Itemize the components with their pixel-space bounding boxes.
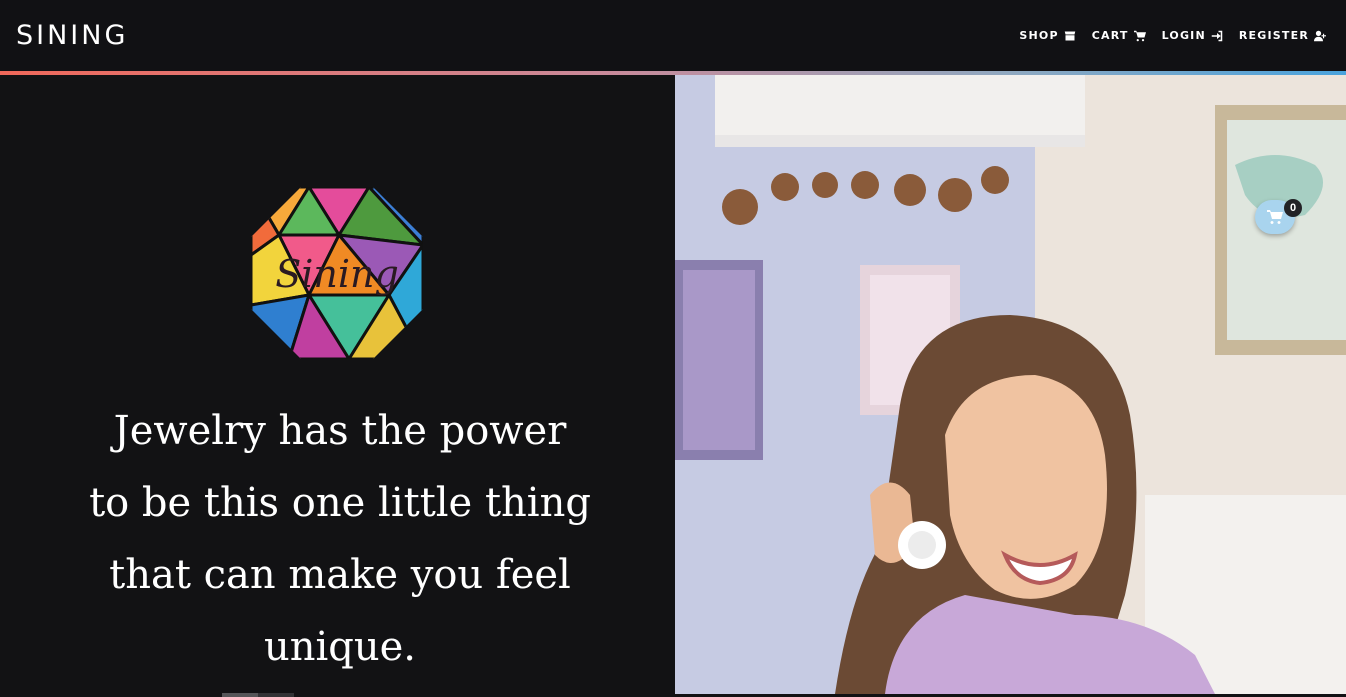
- nav-cart-link[interactable]: CART: [1092, 29, 1146, 42]
- logo-script-text: Sining: [275, 252, 399, 296]
- carousel-indicator[interactable]: [222, 693, 294, 697]
- nav-links: SHOP CART LOGIN REGISTER: [1019, 29, 1326, 42]
- cart-icon: [1133, 30, 1146, 41]
- nav-register-label: REGISTER: [1238, 29, 1309, 42]
- nav-cart-label: CART: [1091, 29, 1129, 42]
- nav-register-link[interactable]: REGISTER: [1239, 29, 1326, 42]
- login-icon: [1211, 30, 1223, 41]
- hero-left-panel: Sining Jewelry has the power to be this …: [0, 75, 675, 697]
- store-icon: [1064, 31, 1075, 40]
- quote-line-2: to be this one little thing: [89, 480, 591, 526]
- nav-shop-link[interactable]: SHOP: [1019, 29, 1075, 42]
- hero-quote: Jewelry has the power to be this one lit…: [40, 395, 640, 683]
- nav-login-label: LOGIN: [1161, 29, 1206, 42]
- cart-icon: [1267, 210, 1283, 224]
- quote-line-1: Jewelry has the power: [113, 408, 567, 454]
- navbar: SINING SHOP CART LOGIN REGISTER: [0, 0, 1346, 71]
- cart-count-badge: 0: [1284, 199, 1302, 217]
- nav-shop-label: SHOP: [1019, 29, 1059, 42]
- sining-logo: Sining: [249, 185, 425, 361]
- nav-login-link[interactable]: LOGIN: [1162, 29, 1223, 42]
- quote-line-3: that can make you feel: [109, 552, 571, 598]
- hero-photo: [675, 75, 1346, 694]
- brand-logo-text[interactable]: SINING: [16, 20, 128, 51]
- user-plus-icon: [1314, 30, 1326, 41]
- quote-line-4: unique.: [263, 624, 417, 670]
